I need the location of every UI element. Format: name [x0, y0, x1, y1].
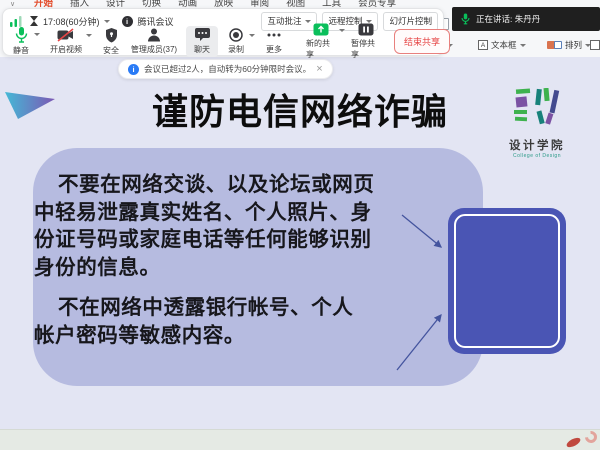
chat-button[interactable]: 聊天 [186, 26, 218, 57]
slide-control-button[interactable]: 幻灯片控制 [383, 12, 438, 31]
security-button[interactable]: 安全 [98, 26, 124, 58]
textbox-button[interactable]: A 文本框 [478, 39, 526, 51]
meeting-toolbar-bottom-row: 静音 开启视频 安全 管理成员(37) 聊天 录制 [8, 29, 440, 54]
pause-share-label: 暂停共享 [351, 38, 381, 60]
speaking-toast: 正在讲话: 朱丹丹 [452, 7, 600, 31]
pause-share-button[interactable]: 暂停共享 [348, 21, 384, 62]
speaking-text: 正在讲话: 朱丹丹 [476, 13, 540, 25]
more-button[interactable]: 更多 [261, 26, 287, 57]
arrange-button[interactable]: 排列 [547, 39, 591, 51]
arrange-label: 排列 [565, 39, 582, 51]
shield-icon [105, 28, 118, 43]
record-icon [229, 28, 243, 42]
microphone-icon [15, 27, 28, 43]
shape-style-button[interactable] [590, 40, 600, 50]
members-icon [147, 28, 161, 42]
chevron-down-icon[interactable] [104, 20, 110, 23]
textbox-icon: A [478, 40, 488, 50]
pause-share-icon [358, 23, 374, 36]
more-label: 更多 [266, 44, 282, 55]
chevron-down-icon[interactable] [86, 34, 92, 37]
manage-members-label: 管理成员(37) [131, 44, 177, 55]
arrange-icon-back [554, 41, 562, 49]
chevron-down-icon[interactable] [249, 34, 255, 37]
close-icon[interactable]: × [316, 64, 322, 75]
notification-text: 会议已超过2人，自动转为60分钟限时会议。 [144, 63, 311, 75]
screen: ∨ 开始 插入 设计 切换 动画 放映 审阅 视图 工具 会员专享 ▣ A 文本… [0, 0, 600, 450]
start-video-label: 开启视频 [50, 44, 82, 55]
record-label: 录制 [228, 44, 244, 55]
meeting-info-icon[interactable]: i [122, 16, 133, 27]
slide-control-label: 幻灯片控制 [389, 15, 432, 27]
speaking-mic-icon [461, 13, 470, 25]
end-share-button[interactable]: 结束共享 [394, 29, 450, 54]
chat-icon [195, 28, 210, 42]
textbox-label: 文本框 [491, 39, 517, 51]
share-screen-icon [313, 23, 329, 36]
new-share-label: 新的共享 [306, 38, 336, 60]
meeting-notification: i 会议已超过2人，自动转为60分钟限时会议。 × [118, 59, 333, 79]
chevron-down-icon[interactable] [339, 29, 345, 32]
status-bar [0, 429, 600, 450]
start-video-button[interactable]: 开启视频 [46, 26, 86, 57]
record-button[interactable]: 录制 [223, 26, 249, 57]
security-label: 安全 [103, 45, 119, 56]
chat-label: 聊天 [194, 44, 210, 55]
info-icon: i [128, 64, 139, 75]
more-dots-icon [266, 28, 282, 42]
camera-off-icon [57, 28, 75, 42]
device-screen [454, 214, 560, 348]
new-share-button[interactable]: 新的共享 [303, 21, 339, 62]
device-frame [448, 208, 566, 354]
mute-label: 静音 [13, 45, 29, 56]
manage-members-button[interactable]: 管理成员(37) [127, 26, 181, 57]
meeting-toolbar: 17:08(60分钟) i 腾讯会议 互动批注 远程控制 幻灯片控制 静音 [2, 8, 444, 56]
shared-slide: i 会议已超过2人，自动转为60分钟限时会议。 × 谨防电信网络诈骗 [0, 57, 600, 429]
corner-doodle-icon [565, 436, 582, 449]
mute-button[interactable]: 静音 [8, 25, 34, 58]
chevron-down-icon [520, 44, 526, 47]
chevron-down-icon[interactable] [34, 33, 40, 36]
shape-icon [590, 40, 600, 50]
corner-ring-icon [583, 429, 600, 446]
